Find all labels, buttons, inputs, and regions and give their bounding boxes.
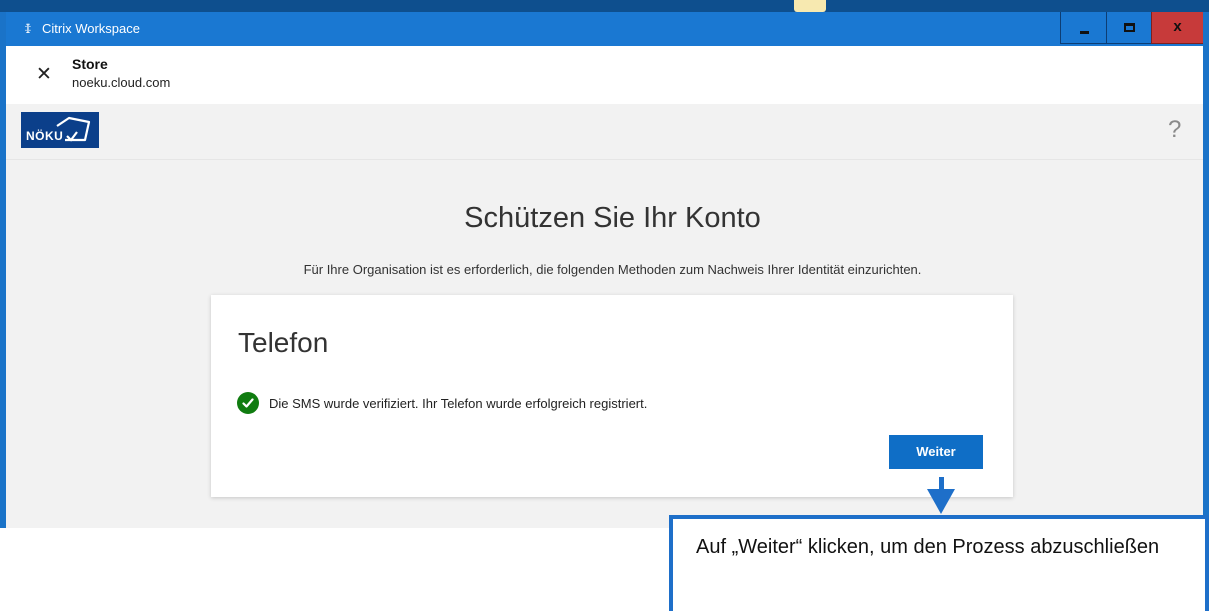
title-bar[interactable]: 🜌 Citrix Workspace x: [6, 12, 1203, 46]
noeku-logo: NÖKU: [21, 112, 99, 148]
annotation-callout: Auf „Weiter“ klicken, um den Prozess abz…: [669, 515, 1209, 611]
window-top-edge: [0, 0, 1209, 12]
close-icon: x: [1173, 18, 1182, 35]
success-check-icon: [237, 392, 259, 414]
store-header: ✕ Store noeku.cloud.com: [6, 46, 1203, 104]
help-icon[interactable]: ?: [1168, 116, 1181, 144]
minimize-button[interactable]: [1060, 12, 1106, 44]
citrix-window: 🜌 Citrix Workspace x ✕ Store noeku.cloud…: [0, 0, 1209, 528]
citrix-icon: 🜌: [24, 21, 32, 36]
annotation-text: Auf „Weiter“ klicken, um den Prozess abz…: [696, 536, 1160, 558]
method-card: Telefon Die SMS wurde verifiziert. Ihr T…: [211, 295, 1013, 497]
maximize-button[interactable]: [1106, 12, 1151, 44]
success-message: Die SMS wurde verifiziert. Ihr Telefon w…: [269, 396, 648, 411]
annotation-arrow-icon: [927, 489, 955, 514]
logo-mark-icon: [56, 116, 91, 142]
page-description: Für Ihre Organisation ist es erforderlic…: [303, 262, 922, 277]
store-url: noeku.cloud.com: [72, 75, 171, 90]
minimize-icon: [1080, 31, 1089, 34]
screenshot-stage: 🜌 Citrix Workspace x ✕ Store noeku.cloud…: [0, 0, 1209, 611]
window-title: Citrix Workspace: [42, 21, 141, 36]
card-title: Telefon: [238, 327, 329, 358]
window-content: ✕ Store noeku.cloud.com NÖKU ? Schützen …: [6, 46, 1203, 528]
checkmark-icon: [242, 398, 254, 408]
weiter-button[interactable]: Weiter: [889, 435, 983, 469]
desktop-folder-icon: [794, 0, 826, 12]
brand-bar: NÖKU ?: [6, 104, 1203, 160]
close-window-button[interactable]: x: [1151, 12, 1203, 44]
store-title: Store: [72, 56, 108, 72]
store-close-icon[interactable]: ✕: [36, 65, 52, 85]
maximize-icon: [1124, 23, 1135, 32]
page-title: Schützen Sie Ihr Konto: [464, 202, 761, 234]
